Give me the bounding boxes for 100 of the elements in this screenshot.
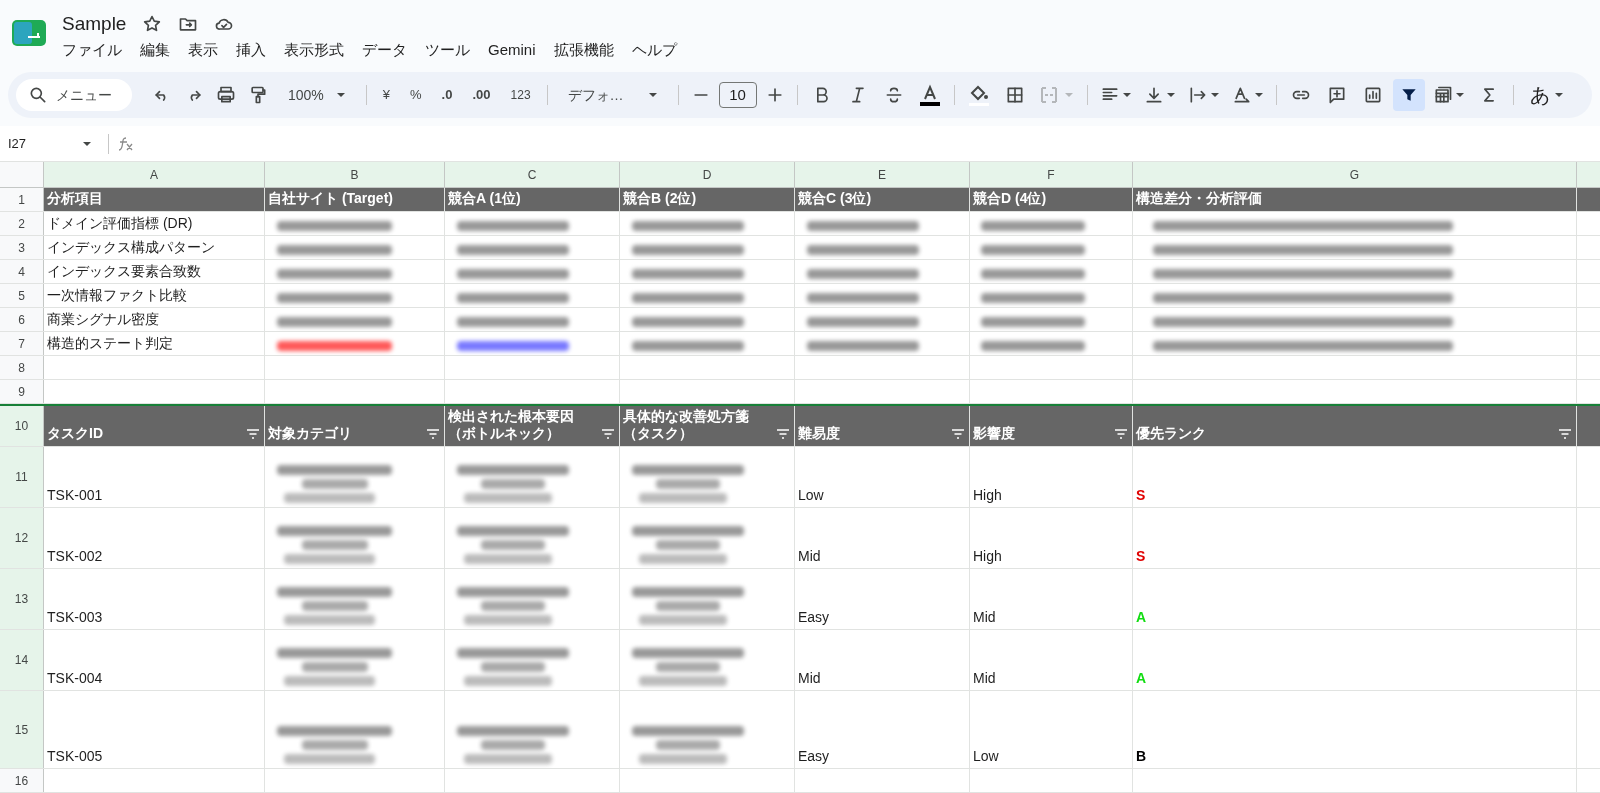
filter-icon[interactable] (950, 428, 966, 440)
menu-search-field[interactable]: メニュー (16, 79, 132, 111)
row-header[interactable]: 5 (0, 284, 44, 307)
cell-text: 構造的ステート判定 (47, 334, 173, 353)
caret-icon (1253, 90, 1264, 100)
font-select[interactable]: デフォ… (555, 79, 670, 111)
cell-text: TSK-005 (47, 747, 103, 766)
column-header[interactable]: G (1133, 162, 1577, 187)
column-header[interactable]: C (445, 162, 620, 187)
filter-icon[interactable] (1557, 428, 1573, 440)
column-header[interactable]: A (44, 162, 265, 187)
caret-icon (1165, 90, 1176, 100)
caret-icon (647, 90, 658, 100)
increase-decimal-button[interactable]: .00 (464, 79, 499, 111)
cell-text: Easy (798, 608, 830, 627)
cell-text: High (973, 547, 1002, 566)
header-text: 検出された根本要因（ボトルネック） (448, 408, 575, 442)
cell-text: A (1136, 608, 1147, 627)
filter-icon[interactable] (425, 428, 441, 440)
row-header[interactable]: 12 (0, 508, 44, 568)
menu-item[interactable]: 編集 (131, 38, 179, 62)
header-text: 構造差分・分析評価 (1136, 190, 1262, 207)
cell-text: TSK-004 (47, 669, 103, 688)
print-icon[interactable] (216, 85, 236, 105)
header-text: 優先ランク (1136, 425, 1206, 442)
row-header[interactable]: 11 (0, 447, 44, 507)
sheets-logo-icon[interactable] (12, 20, 46, 46)
column-header[interactable]: F (970, 162, 1133, 187)
row-header[interactable]: 14 (0, 630, 44, 690)
row-header[interactable]: 10 (0, 406, 44, 446)
menu-item[interactable]: ファイル (62, 38, 131, 62)
percent-button[interactable]: % (402, 79, 430, 111)
header-text: 自社サイト (Target) (268, 190, 393, 207)
cell-text: TSK-002 (47, 547, 103, 566)
star-icon[interactable] (142, 14, 163, 34)
menu-item[interactable]: 挿入 (227, 38, 275, 62)
row-header[interactable]: 1 (0, 188, 44, 211)
cell-text: B (1136, 747, 1147, 766)
paint-format-icon[interactable] (248, 85, 268, 105)
document-title[interactable]: Sample (62, 12, 127, 36)
font-size-field[interactable]: 10 (718, 82, 757, 108)
column-header[interactable]: E (795, 162, 970, 187)
cell-text: Mid (973, 669, 996, 688)
search-icon[interactable] (28, 85, 48, 105)
filter-icon[interactable] (245, 428, 261, 440)
row-header[interactable]: 6 (0, 308, 44, 331)
filter-button[interactable] (1392, 79, 1425, 111)
menu-item[interactable]: データ (353, 38, 416, 62)
menu-item[interactable]: Gemini (479, 38, 545, 62)
cell-text: 一次情報ファクト比較 (47, 286, 187, 305)
header-text: タスクID (47, 425, 103, 442)
zoom-select[interactable]: 100% (276, 79, 358, 111)
number-format-button[interactable]: 123 (502, 79, 539, 111)
row-header[interactable]: 15 (0, 691, 44, 768)
row-header[interactable]: 4 (0, 260, 44, 283)
menu-item[interactable]: 拡張機能 (544, 38, 623, 62)
cell-text: A (1136, 669, 1147, 688)
column-header[interactable]: B (265, 162, 445, 187)
column-header[interactable]: D (620, 162, 795, 187)
cell-text: Mid (798, 669, 821, 688)
row-header[interactable]: 9 (0, 380, 44, 403)
row-header[interactable]: 13 (0, 569, 44, 629)
cell-text: ドメイン評価指標 (DR) (47, 214, 193, 233)
merge-cells-icon[interactable] (1038, 85, 1075, 105)
menu-item[interactable]: ツール (416, 38, 479, 62)
cell-text: Easy (798, 747, 830, 766)
currency-button[interactable]: ¥ (374, 79, 399, 111)
cell-text: インデックス要素合致数 (47, 262, 201, 281)
header-text: 対象カテゴリ (268, 425, 352, 442)
cell-text: Low (973, 747, 999, 766)
row-header[interactable]: 8 (0, 356, 44, 379)
cell-text: High (973, 486, 1002, 505)
text-color-icon[interactable] (917, 83, 942, 107)
input-method-button[interactable]: あ (1521, 79, 1572, 111)
header-text: 競合D (4位) (973, 190, 1047, 207)
header-text: 影響度 (973, 425, 1015, 442)
header-text: 具体的な改善処方箋（タスク） (623, 408, 750, 442)
caret-icon (1121, 90, 1132, 100)
cell-text: Low (798, 486, 824, 505)
row-header[interactable]: 3 (0, 236, 44, 259)
menu-item[interactable]: 表示 (179, 38, 227, 62)
caret-icon (1209, 90, 1220, 100)
row-header[interactable]: 16 (0, 769, 44, 792)
header-text: 難易度 (798, 425, 840, 442)
name-box[interactable]: I27 (0, 133, 100, 154)
menu-item[interactable]: ヘルプ (622, 38, 686, 62)
header-text: 分析項目 (47, 190, 103, 207)
menu-item[interactable]: 表示形式 (275, 38, 353, 62)
header-text: 競合A (1位) (448, 190, 521, 207)
decrease-decimal-button[interactable]: .0 (433, 79, 461, 111)
cell-text: Mid (798, 547, 821, 566)
cell-text: S (1136, 486, 1146, 505)
row-header[interactable]: 7 (0, 332, 44, 355)
row-header[interactable]: 2 (0, 212, 44, 235)
cell-text: TSK-001 (47, 486, 103, 505)
header-text: 競合B (2位) (623, 190, 697, 207)
filter-icon[interactable] (775, 428, 791, 440)
filter-icon[interactable] (1113, 428, 1129, 440)
filter-icon[interactable] (600, 428, 616, 440)
fill-color-icon[interactable] (966, 83, 991, 107)
